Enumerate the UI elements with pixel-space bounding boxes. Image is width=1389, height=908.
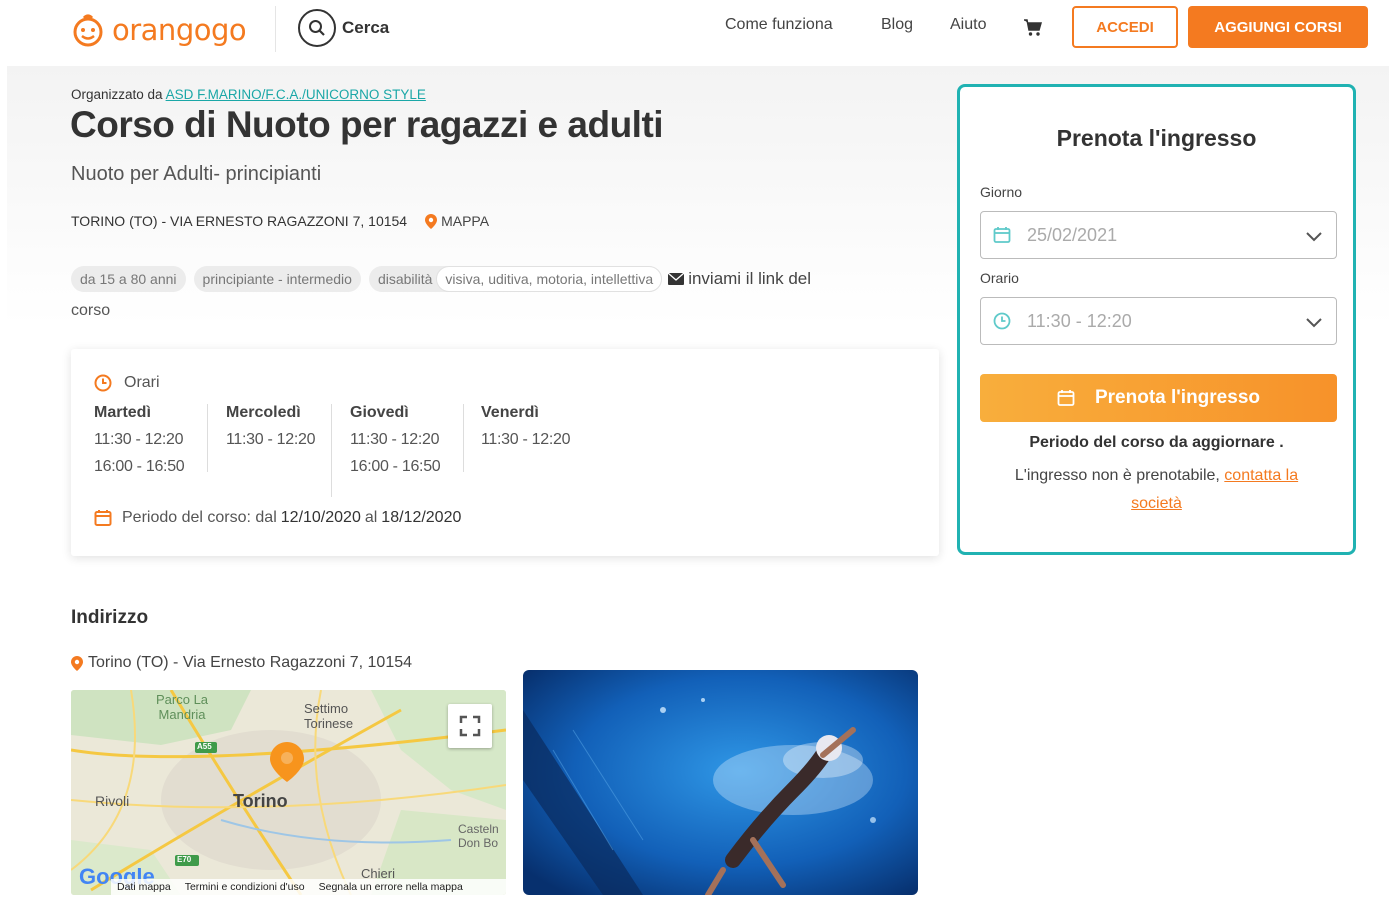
course-address: TORINO (TO) - VIA ERNESTO RAGAZZONI 7, 1… bbox=[71, 213, 489, 229]
send-link-label-cont[interactable]: corso bbox=[71, 302, 110, 320]
day-venerdi: Venerdì 11:30 - 12:20 bbox=[481, 404, 571, 449]
address-heading: Indirizzo bbox=[71, 607, 149, 628]
nav-aiuto[interactable]: Aiuto bbox=[950, 16, 986, 34]
clock-icon bbox=[94, 374, 112, 392]
booking-title: Prenota l'ingresso bbox=[1056, 125, 1257, 151]
time-select[interactable]: 11:30 - 12:20 bbox=[980, 297, 1337, 345]
age-tag: da 15 a 80 anni bbox=[71, 266, 186, 292]
day-select[interactable]: 25/02/2021 bbox=[980, 211, 1337, 259]
cart-icon[interactable] bbox=[1023, 17, 1043, 42]
map-label-a55: A55 bbox=[197, 742, 212, 751]
time-slot: 11:30 - 12:20 bbox=[481, 431, 571, 448]
booking-panel: Prenota l'ingresso Giorno 25/02/2021 Ora… bbox=[957, 84, 1356, 555]
map-label-castel: Casteln Don Bo bbox=[458, 822, 499, 850]
swimmer-photo bbox=[523, 670, 918, 895]
time-field-label: Orario bbox=[980, 270, 1019, 286]
course-title: Corso di Nuoto per ragazzi e adulti bbox=[70, 104, 664, 145]
fullscreen-icon[interactable] bbox=[448, 704, 492, 748]
calendar-icon bbox=[94, 510, 112, 526]
send-link-label: inviami il link del bbox=[688, 269, 812, 288]
schedule-heading-label: Orari bbox=[124, 374, 160, 391]
header-divider bbox=[275, 6, 276, 52]
time-slot: 16:00 - 16:50 bbox=[350, 458, 441, 475]
day-mercoledi: Mercoledì 11:30 - 12:20 bbox=[226, 404, 316, 449]
map-pin-icon bbox=[425, 213, 438, 229]
booking-note: Periodo del corso da aggiornare . bbox=[1029, 434, 1284, 451]
map-label-rivoli: Rivoli bbox=[95, 793, 130, 809]
add-courses-button[interactable]: AGGIUNGI CORSI bbox=[1188, 6, 1368, 48]
address-text: TORINO (TO) - VIA ERNESTO RAGAZZONI 7, 1… bbox=[71, 213, 408, 229]
nav-blog[interactable]: Blog bbox=[881, 16, 913, 34]
day-martedi: Martedì 11:30 - 12:20 16:00 - 16:50 bbox=[94, 404, 185, 476]
course-subtitle: Nuoto per Adulti- principianti bbox=[71, 163, 322, 185]
map-label-settimo: Settimo Torinese bbox=[304, 701, 354, 731]
calendar-icon bbox=[1057, 390, 1075, 406]
booking-message: L'ingresso non è prenotabile, contatta l… bbox=[988, 462, 1325, 518]
booking-message-text: L'ingresso non è prenotabile, bbox=[1014, 467, 1220, 484]
time-slot: 16:00 - 16:50 bbox=[94, 458, 185, 475]
time-slot: 11:30 - 12:20 bbox=[94, 431, 184, 448]
book-entry-button[interactable]: Prenota l'ingresso bbox=[980, 374, 1337, 422]
organizer-line: Organizzato da ASD F.MARINO/F.C.A./UNICO… bbox=[71, 87, 426, 102]
disability-tag: disabilità visiva, uditiva, motoria, int… bbox=[368, 266, 663, 292]
search-label: Cerca bbox=[342, 18, 390, 37]
map-terms-link[interactable]: Termini e condizioni d'uso bbox=[185, 881, 305, 893]
chevron-down-icon bbox=[1306, 226, 1322, 247]
course-period: Periodo del corso: dal 12/10/2020 al 18/… bbox=[94, 509, 461, 527]
clock-icon bbox=[993, 312, 1011, 330]
time-slot: 11:30 - 12:20 bbox=[350, 431, 440, 448]
course-tags: da 15 a 80 anni principiante - intermedi… bbox=[71, 266, 931, 292]
level-tag: principiante - intermedio bbox=[193, 266, 361, 292]
day-divider bbox=[463, 404, 464, 472]
day-field-label: Giorno bbox=[980, 184, 1023, 200]
disability-label: disabilità bbox=[377, 271, 433, 287]
day-giovedi: Giovedì 11:30 - 12:20 16:00 - 16:50 bbox=[350, 404, 441, 476]
search-button[interactable]: Cerca bbox=[298, 9, 389, 47]
location-pin-icon bbox=[71, 655, 83, 671]
day-value: 25/02/2021 bbox=[1027, 224, 1118, 245]
map-link[interactable]: MAPPA bbox=[425, 213, 489, 229]
day-divider bbox=[331, 404, 332, 497]
time-value: 11:30 - 12:20 bbox=[1027, 310, 1132, 331]
nav-come-funziona[interactable]: Come funziona bbox=[725, 16, 833, 34]
map-report-link[interactable]: Segnala un errore nella mappa bbox=[319, 881, 463, 893]
day-divider bbox=[207, 404, 208, 472]
period-from: 12/10/2020 bbox=[280, 509, 361, 526]
period-prefix: Periodo del corso: dal bbox=[122, 509, 277, 526]
address-detail: Torino (TO) - Via Ernesto Ragazzoni 7, 1… bbox=[71, 654, 412, 672]
book-entry-button-label: Prenota l'ingresso bbox=[1094, 387, 1260, 408]
organizer-link[interactable]: ASD F.MARINO/F.C.A./UNICORNO STYLE bbox=[166, 87, 426, 102]
map-data-link[interactable]: Dati mappa bbox=[117, 881, 171, 893]
day-name: Martedì bbox=[94, 404, 151, 421]
search-icon bbox=[298, 9, 336, 47]
map-label-e70: E70 bbox=[177, 855, 192, 864]
login-button[interactable]: ACCEDI bbox=[1072, 6, 1178, 48]
schedule-heading: Orari bbox=[94, 374, 160, 392]
map-marker-icon[interactable] bbox=[270, 742, 304, 787]
location-map[interactable]: Parco La Mandria Settimo Torinese Rivoli… bbox=[71, 690, 506, 895]
period-to: 18/12/2020 bbox=[381, 509, 462, 526]
organized-by-label: Organizzato da bbox=[71, 87, 163, 102]
disability-types: visiva, uditiva, motoria, intellettiva bbox=[436, 266, 663, 292]
map-label-parco: Parco La Mandria bbox=[156, 692, 209, 722]
map-footer: Dati mappa Termini e condizioni d'uso Se… bbox=[111, 879, 506, 895]
period-mid: al bbox=[364, 509, 378, 526]
day-name: Giovedì bbox=[350, 404, 409, 421]
logo-text: orangogo bbox=[112, 13, 247, 47]
map-link-label: MAPPA bbox=[441, 213, 490, 229]
logo-face-icon bbox=[70, 12, 106, 48]
day-name: Mercoledì bbox=[226, 404, 301, 421]
orangogo-logo[interactable]: orangogo bbox=[70, 12, 247, 48]
schedule-card: Orari Martedì 11:30 - 12:20 16:00 - 16:5… bbox=[71, 349, 939, 556]
chevron-down-icon bbox=[1306, 312, 1322, 333]
top-navbar: orangogo Cerca Come funziona Blog Aiuto … bbox=[0, 0, 1389, 66]
address-detail-text: Torino (TO) - Via Ernesto Ragazzoni 7, 1… bbox=[88, 654, 413, 671]
day-name: Venerdì bbox=[481, 404, 539, 421]
calendar-icon bbox=[993, 227, 1011, 243]
envelope-icon bbox=[668, 273, 685, 285]
map-label-torino: Torino bbox=[233, 791, 288, 811]
time-slot: 11:30 - 12:20 bbox=[226, 431, 316, 448]
send-link-button[interactable]: inviami il link del bbox=[668, 269, 811, 289]
